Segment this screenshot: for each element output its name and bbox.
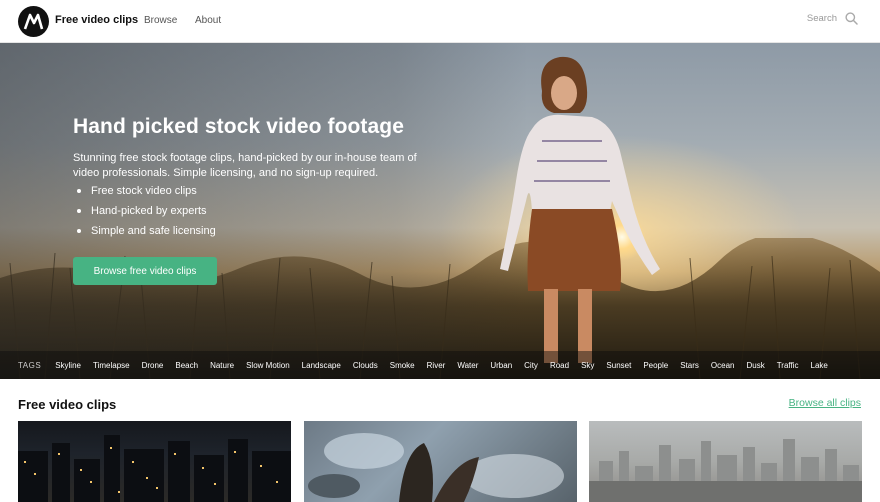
tags-label: TAGS	[18, 360, 42, 370]
tag-timelapse[interactable]: Timelapse	[93, 361, 130, 370]
tag-sky[interactable]: Sky	[581, 361, 594, 370]
tag-smoke[interactable]: Smoke	[390, 361, 415, 370]
tag-beach[interactable]: Beach	[175, 361, 198, 370]
tag-nature[interactable]: Nature	[210, 361, 234, 370]
nav-link-about[interactable]: About	[195, 15, 221, 26]
browse-all-link[interactable]: Browse all clips	[789, 397, 861, 409]
tag-lake[interactable]: Lake	[811, 361, 828, 370]
nav-link-browse[interactable]: Browse	[144, 15, 177, 26]
search-icon[interactable]	[845, 12, 858, 25]
video-thumbnail-city-skyline[interactable]	[589, 421, 862, 502]
tag-people[interactable]: People	[643, 361, 668, 370]
tag-slow-motion[interactable]: Slow Motion	[246, 361, 290, 370]
hero-title: Hand picked stock video footage	[73, 115, 404, 138]
brand-name[interactable]: Free video clips	[55, 14, 138, 26]
logo-icon[interactable]	[18, 6, 49, 37]
tag-skyline[interactable]: Skyline	[55, 361, 81, 370]
hero-banner: Hand picked stock video footage Stunning…	[0, 43, 880, 379]
hero-feature-item: Free stock video clips	[73, 184, 216, 204]
tag-urban[interactable]: Urban	[490, 361, 512, 370]
tag-sunset[interactable]: Sunset	[606, 361, 631, 370]
video-thumbnail-frozen-leaves[interactable]	[304, 421, 577, 502]
hero-feature-item: Simple and safe licensing	[73, 224, 216, 244]
video-thumbnail-city-night[interactable]	[18, 421, 291, 502]
tag-ocean[interactable]: Ocean	[711, 361, 735, 370]
tag-road[interactable]: Road	[550, 361, 569, 370]
tag-water[interactable]: Water	[457, 361, 478, 370]
tag-stars[interactable]: Stars	[680, 361, 699, 370]
tag-bar: TAGS Skyline Timelapse Drone Beach Natur…	[0, 351, 880, 379]
hero-subtitle: Stunning free stock footage clips, hand-…	[73, 152, 417, 179]
tag-drone[interactable]: Drone	[142, 361, 164, 370]
tag-landscape[interactable]: Landscape	[302, 361, 341, 370]
tag-traffic[interactable]: Traffic	[777, 361, 799, 370]
hero-feature-list: Free stock video clips Hand-picked by ex…	[73, 184, 216, 244]
section-title: Free video clips	[18, 397, 117, 412]
search-label[interactable]: Search	[807, 13, 837, 24]
tag-dusk[interactable]: Dusk	[746, 361, 764, 370]
hero-feature-item: Hand-picked by experts	[73, 204, 216, 224]
tag-clouds[interactable]: Clouds	[353, 361, 378, 370]
browse-clips-button[interactable]: Browse free video clips	[73, 257, 217, 285]
tag-river[interactable]: River	[427, 361, 446, 370]
search-box[interactable]: Search	[807, 12, 858, 25]
hero-woman-figure	[500, 56, 660, 363]
tag-city[interactable]: City	[524, 361, 538, 370]
top-navbar: Free video clips Browse About Search	[0, 0, 880, 43]
